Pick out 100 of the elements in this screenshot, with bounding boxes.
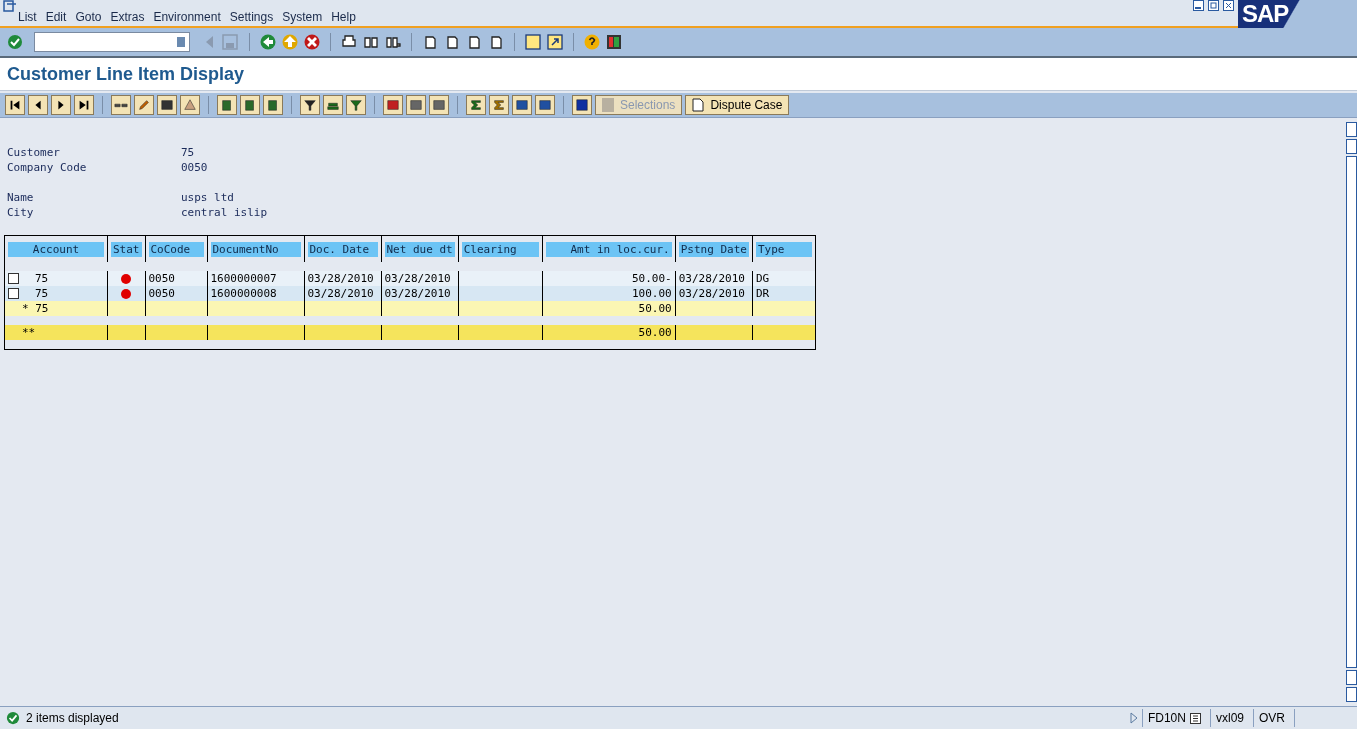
table-cell: 50.00- (632, 272, 672, 285)
field-value: 75 (181, 146, 195, 159)
column-header[interactable]: Pstng Date (678, 242, 749, 257)
table-cell: 03/28/2010 (678, 287, 745, 300)
insert-mode: OVR (1253, 709, 1290, 727)
help-icon (584, 34, 600, 50)
total-amount: 50.00 (638, 326, 672, 339)
table-cell: 75 (35, 272, 49, 285)
up-arrow-icon (282, 34, 298, 50)
command-field[interactable] (34, 32, 190, 52)
toolbar-button[interactable] (300, 95, 320, 115)
enter-button[interactable] (6, 33, 24, 51)
column-header[interactable]: CoCode (148, 242, 204, 257)
column-header[interactable]: Stat (111, 242, 142, 257)
window-icon (525, 34, 541, 50)
toolbar-button[interactable] (323, 95, 343, 115)
print-icon (341, 34, 357, 50)
logo: SAP (1238, 0, 1357, 28)
column-header[interactable]: Type (755, 242, 812, 257)
restore-icon[interactable] (1208, 0, 1219, 11)
total-amount: 50.00 (638, 302, 672, 315)
table-cell: 0050 (148, 272, 175, 285)
column-header[interactable]: Amt in loc.cur. (545, 242, 672, 257)
column-header[interactable]: Clearing (461, 242, 539, 257)
toolbar-button[interactable] (217, 95, 237, 115)
toolbar-button[interactable] (383, 95, 403, 115)
success-icon (6, 711, 20, 725)
row-checkbox[interactable] (8, 273, 19, 284)
row-checkbox[interactable] (8, 288, 19, 299)
expand-triangle-icon[interactable] (1129, 712, 1138, 724)
shortcut-icon (547, 34, 563, 50)
history-icon (177, 37, 185, 47)
page-icon (422, 34, 438, 50)
table-cell: 1600000007 (210, 272, 277, 285)
menu-item[interactable]: Edit (45, 10, 76, 24)
table-cell: DG (755, 272, 770, 285)
field-label: Company Code (7, 161, 88, 174)
sum-icon (492, 98, 506, 112)
page-icon (466, 34, 482, 50)
toolbar-button[interactable] (546, 33, 564, 51)
back-arrow-button[interactable] (259, 33, 277, 51)
column-header[interactable]: Account (8, 242, 104, 257)
window-menu-icon[interactable] (3, 0, 17, 12)
toolbar-button[interactable] (240, 95, 260, 115)
first-page-icon (8, 98, 22, 112)
warning-icon (183, 98, 197, 112)
menu-item[interactable]: Environment (153, 10, 230, 24)
table-cell: DR (755, 287, 770, 300)
page-icon (488, 34, 504, 50)
toolbar-button[interactable] (111, 95, 131, 115)
menu-item[interactable]: Help (331, 10, 365, 24)
last-page-icon (77, 98, 91, 112)
column-header[interactable]: Doc. Date (307, 242, 378, 257)
field-label: Customer (7, 146, 61, 159)
field-value: central islip (181, 206, 268, 219)
screen-title: Customer Line Item Display (7, 63, 245, 85)
column-header[interactable]: Net due dt (384, 242, 455, 257)
previous-button[interactable] (28, 95, 48, 115)
field-value: usps ltd (181, 191, 234, 204)
page-icon (692, 98, 705, 112)
status-message: 2 items displayed (26, 711, 119, 725)
menu-item[interactable]: Settings (229, 10, 283, 24)
close-icon[interactable] (1223, 0, 1234, 11)
column-header[interactable]: DocumentNo (210, 242, 301, 257)
last-page-button[interactable] (74, 95, 94, 115)
field-value: 0050 (181, 161, 208, 174)
table-cell: 1600000008 (210, 287, 277, 300)
table-cell: 0050 (148, 287, 175, 300)
toolbar-button[interactable] (263, 95, 283, 115)
table-cell: 100.00 (632, 287, 672, 300)
sum-icon (469, 98, 483, 112)
toolbar-button[interactable] (535, 95, 555, 115)
layout-icon (606, 34, 622, 50)
toolbar-button[interactable] (346, 95, 366, 115)
pencil-icon (137, 98, 151, 112)
menu-item[interactable]: List (18, 10, 46, 24)
checkmark-icon (7, 34, 23, 50)
minimize-icon[interactable] (1193, 0, 1204, 11)
toolbar-button[interactable] (157, 95, 177, 115)
filter-icon (349, 98, 363, 112)
help-button[interactable] (583, 33, 601, 51)
layout-button[interactable] (605, 33, 623, 51)
table-cell: 03/28/2010 (307, 272, 374, 285)
toolbar-button[interactable] (466, 95, 486, 115)
transaction-code: FD10N (1147, 711, 1186, 725)
first-page-button[interactable] (5, 95, 25, 115)
menu-item[interactable]: Extras (110, 10, 154, 24)
next-button[interactable] (51, 95, 71, 115)
table-cell: 03/28/2010 (678, 272, 745, 285)
dispute-case-button[interactable]: Dispute Case (685, 95, 790, 115)
cancel-button[interactable] (303, 33, 321, 51)
menu-item[interactable]: Goto (75, 10, 111, 24)
table-cell: 75 (35, 287, 49, 300)
back-arrow-icon (260, 34, 276, 50)
page-icon (444, 34, 460, 50)
toolbar-button[interactable] (512, 95, 532, 115)
toolbar-button[interactable] (572, 95, 592, 115)
table-cell: 03/28/2010 (384, 272, 451, 285)
list-icon[interactable] (1189, 712, 1201, 724)
menu-item[interactable]: System (282, 10, 332, 24)
